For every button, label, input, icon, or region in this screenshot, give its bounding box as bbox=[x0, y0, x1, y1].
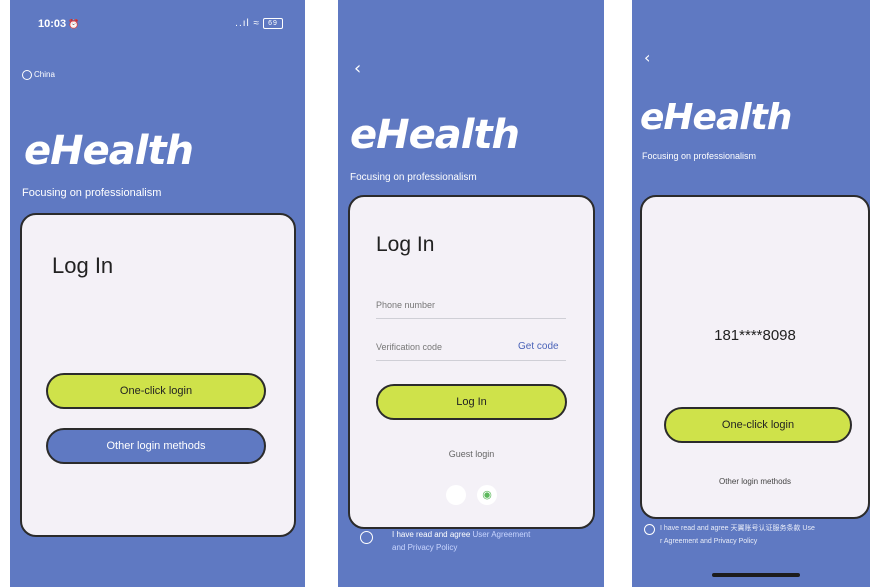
one-click-login-button[interactable]: One-click login bbox=[46, 373, 266, 409]
brand-logo: eHealth bbox=[640, 97, 792, 138]
login-card: 181****8098 One-click login Other login … bbox=[640, 195, 870, 519]
other-login-methods-button[interactable]: Other login methods bbox=[46, 428, 266, 464]
get-code-link[interactable]: Get code bbox=[518, 341, 559, 352]
back-icon[interactable]: ‹ bbox=[644, 48, 650, 67]
signal-wifi-icon: ..ıl ≈69 bbox=[235, 18, 283, 29]
globe-icon bbox=[22, 70, 32, 80]
agreement-text: I have read and agree 天翼账号认证服务条款 Use r A… bbox=[660, 525, 815, 545]
screen-one-click: 10:03 ⏰ ..ıl ≈69 China eHealth Focusing o… bbox=[10, 0, 305, 587]
agree-checkbox[interactable] bbox=[360, 531, 373, 544]
privacy-policy-link[interactable]: and Privacy Policy bbox=[392, 543, 457, 552]
masked-phone-number: 181****8098 bbox=[714, 327, 796, 344]
tagline: Focusing on professionalism bbox=[22, 187, 162, 199]
home-indicator bbox=[712, 573, 800, 577]
status-bar: 10:03 ⏰ ..ıl ≈69 bbox=[10, 18, 305, 38]
battery-icon: 69 bbox=[263, 18, 283, 29]
other-login-methods-link[interactable]: Other login methods bbox=[642, 477, 868, 486]
screen-carrier-login: ‹ eHealth Focusing on professionalism 18… bbox=[632, 0, 870, 587]
card-title: Log In bbox=[52, 253, 114, 278]
login-card: Log In Phone number Verification code Ge… bbox=[348, 195, 595, 529]
agreement-text: I have read and agree User Agreement and… bbox=[392, 530, 531, 552]
one-click-login-button[interactable]: One-click login bbox=[664, 407, 852, 443]
card-title: Log In bbox=[376, 233, 435, 256]
tagline: Focusing on professionalism bbox=[350, 172, 477, 183]
login-button[interactable]: Log In bbox=[376, 384, 567, 420]
status-time: 10:03 ⏰ bbox=[38, 18, 80, 30]
brand-logo: eHealth bbox=[350, 112, 520, 158]
agree-checkbox[interactable] bbox=[644, 524, 655, 535]
login-card: Log In One-click login Other login metho… bbox=[20, 213, 296, 537]
alarm-icon: ⏰ bbox=[68, 19, 80, 29]
guest-login-link[interactable]: Guest login bbox=[350, 449, 593, 459]
user-agreement-link[interactable]: User Agreement bbox=[473, 530, 531, 539]
screen-phone-login: ‹ eHealth Focusing on professionalism Lo… bbox=[338, 0, 604, 587]
wechat-login-icon[interactable]: ◉ bbox=[477, 485, 497, 505]
phone-number-input[interactable]: Phone number bbox=[376, 300, 566, 319]
back-icon[interactable]: ‹ bbox=[354, 58, 361, 79]
region-label: China bbox=[34, 70, 55, 80]
apple-login-icon[interactable] bbox=[446, 485, 466, 505]
region-selector[interactable]: China bbox=[22, 70, 55, 80]
tagline: Focusing on professionalism bbox=[642, 151, 757, 161]
brand-logo: eHealth bbox=[24, 128, 194, 174]
